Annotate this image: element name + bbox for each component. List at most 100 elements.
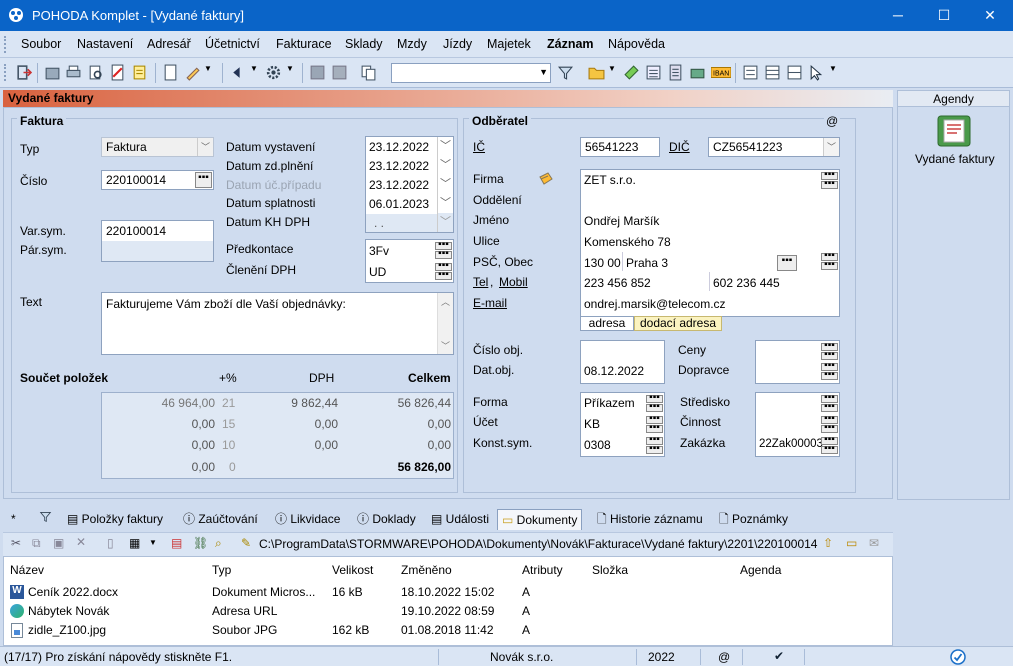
column-agenda[interactable]: Agenda — [740, 563, 781, 577]
close-button[interactable]: ✕ — [967, 0, 1013, 31]
datum-ucpripadu-field[interactable]: 23.12.2022 — [369, 178, 429, 192]
tab-udalosti[interactable]: ▤ Události — [427, 509, 493, 530]
chevron-down-icon[interactable]: ﹀ — [437, 137, 453, 156]
bank-icon[interactable] — [689, 64, 706, 81]
print-icon[interactable] — [65, 64, 82, 81]
link-icon[interactable]: ⛓ — [193, 536, 208, 550]
payment-icon[interactable] — [623, 64, 640, 81]
table-view-icon[interactable] — [764, 64, 781, 81]
filter-icon[interactable] — [557, 64, 574, 81]
scroll-up-icon[interactable]: ︿ — [441, 295, 450, 308]
menu-nastaveni[interactable]: Nastavení — [77, 37, 133, 51]
edit-icon[interactable] — [184, 64, 201, 81]
maximize-button[interactable]: ☐ — [921, 0, 967, 31]
column-nazev[interactable]: Název — [10, 563, 44, 577]
new-record-icon[interactable] — [162, 64, 179, 81]
cleneni-picker-button[interactable]: ▪▪▪ — [435, 270, 452, 280]
help-icon[interactable] — [808, 64, 825, 81]
menu-napoveda[interactable]: Nápověda — [608, 37, 665, 51]
back-dropdown-arrow[interactable]: ▼ — [250, 64, 258, 73]
address-book-icon[interactable] — [538, 171, 554, 187]
firma-field[interactable]: ZET s.r.o. — [584, 173, 636, 187]
find-icon[interactable]: ⌕ — [215, 536, 222, 551]
report-icon[interactable] — [131, 64, 148, 81]
form-view-icon[interactable] — [742, 64, 759, 81]
invoice-agenda-icon[interactable] — [936, 114, 972, 148]
obec-field[interactable]: Praha 3 — [626, 256, 668, 270]
tab-asterisk[interactable]: * — [7, 509, 20, 530]
mobil-label-link[interactable]: Mobil — [499, 275, 528, 289]
tel-field[interactable]: 223 456 852 — [584, 276, 651, 290]
gear-icon[interactable] — [265, 64, 282, 81]
psc-field[interactable]: 130 00 — [584, 256, 621, 270]
print-preview-icon[interactable] — [87, 64, 104, 81]
chevron-down-icon[interactable]: ﹀ — [437, 175, 453, 194]
gear-dropdown-arrow[interactable]: ▼ — [286, 64, 294, 73]
menu-majetek[interactable]: Majetek — [487, 37, 531, 51]
cinnost-picker-button[interactable]: ▪▪▪ — [821, 423, 838, 433]
dic-label-link[interactable]: DIČ — [669, 140, 690, 154]
cislo-field[interactable]: 220100014 ▪▪▪ — [101, 170, 214, 190]
delete-icon[interactable]: ✕ — [76, 535, 86, 549]
edit-dropdown-arrow[interactable]: ▼ — [204, 64, 212, 73]
chevron-down-icon[interactable]: ﹀ — [437, 156, 453, 175]
parsym-field[interactable] — [102, 241, 213, 261]
tab-adresa[interactable]: adresa — [580, 316, 634, 331]
zakazka-field[interactable]: 22Zak00003 — [759, 438, 823, 450]
back-arrow-icon[interactable] — [229, 64, 246, 81]
tab-dokumenty[interactable]: ▭ Dokumenty — [497, 509, 583, 530]
text-scrollbar[interactable]: ︿ ﹀ — [437, 293, 453, 354]
predkontace-field[interactable]: 3Fv — [369, 244, 389, 258]
email-at-icon[interactable]: @ — [824, 114, 841, 128]
address-picker-button[interactable]: ▪▪▪ — [821, 260, 838, 270]
cinnost-field[interactable] — [756, 414, 822, 434]
zakazka-picker-button[interactable]: ▪▪▪ — [821, 444, 838, 454]
predkontace-picker-button[interactable]: ▪▪▪ — [435, 249, 452, 259]
tab-historie[interactable]: 🗋 Historie záznamu — [593, 509, 707, 530]
jmeno-field[interactable]: Ondřej Maršík — [584, 214, 659, 228]
cut-icon[interactable]: ✂ — [11, 536, 21, 550]
menu-jizdy[interactable]: Jízdy — [443, 37, 472, 51]
tab-likvidace[interactable]: ⓘ Likvidace — [271, 509, 344, 530]
document-path[interactable]: C:\ProgramData\STORMWARE\POHODA\Dokument… — [259, 537, 817, 551]
save-icon[interactable] — [309, 64, 326, 81]
chevron-down-icon[interactable]: ﹀ — [437, 194, 453, 213]
scroll-down-icon[interactable]: ﹀ — [441, 339, 450, 352]
datum-splatnosti-field[interactable]: 06.01.2023 — [369, 197, 429, 211]
dopravce-field[interactable] — [756, 362, 822, 382]
column-typ[interactable]: Typ — [212, 563, 231, 577]
column-velikost[interactable]: Velikost — [332, 563, 373, 577]
cislo-obj-field[interactable] — [581, 341, 664, 361]
chevron-down-icon[interactable]: ﹀ — [823, 138, 839, 156]
email-field[interactable]: ondrej.marsik@telecom.cz — [584, 297, 726, 311]
dat-obj-field[interactable]: 08.12.2022 — [584, 364, 644, 378]
split-view-icon[interactable] — [786, 64, 803, 81]
minimize-button[interactable]: ─ — [875, 0, 921, 31]
agenda-vydane-faktury[interactable]: Vydané faktury — [915, 152, 995, 166]
konst-field[interactable]: 0308 — [584, 438, 611, 452]
forma-field[interactable]: Příkazem — [584, 396, 635, 410]
stredisko-picker-button[interactable]: ▪▪▪ — [821, 402, 838, 412]
firma-picker-button[interactable]: ▪▪▪ — [821, 179, 838, 189]
help-dropdown-arrow[interactable]: ▼ — [829, 64, 837, 73]
ulice-field[interactable]: Komenského 78 — [584, 235, 671, 249]
ceny-picker-button[interactable]: ▪▪▪ — [821, 350, 838, 360]
menu-adresar[interactable]: Adresář — [147, 37, 191, 51]
tab-filter[interactable] — [35, 509, 56, 530]
obec-picker-button[interactable]: ▪▪▪ — [777, 255, 797, 271]
chevron-down-icon[interactable]: ﹀ — [437, 213, 453, 232]
menu-ucetnictvi[interactable]: Účetnictví — [205, 37, 260, 51]
iban-icon[interactable]: IBAN — [711, 64, 731, 81]
folder-up-icon[interactable]: ⇧ — [823, 536, 833, 550]
tel-label-link[interactable]: Tel — [473, 275, 488, 289]
tab-zauctovani[interactable]: ⓘ Zaúčtování — [179, 509, 262, 530]
pdf-icon[interactable] — [109, 64, 126, 81]
copy-icon[interactable]: ⧉ — [32, 536, 41, 551]
tab-polozky-faktury[interactable]: ▤ Položky faktury — [63, 509, 167, 530]
open-icon[interactable] — [44, 64, 61, 81]
dic-field[interactable]: CZ56541223 ﹀ — [708, 137, 840, 157]
ic-field[interactable]: 56541223 — [580, 137, 660, 157]
mobil-field[interactable]: 602 236 445 — [713, 276, 780, 290]
ic-label-link[interactable]: IČ — [473, 140, 485, 154]
stredisko-field[interactable] — [756, 393, 822, 413]
